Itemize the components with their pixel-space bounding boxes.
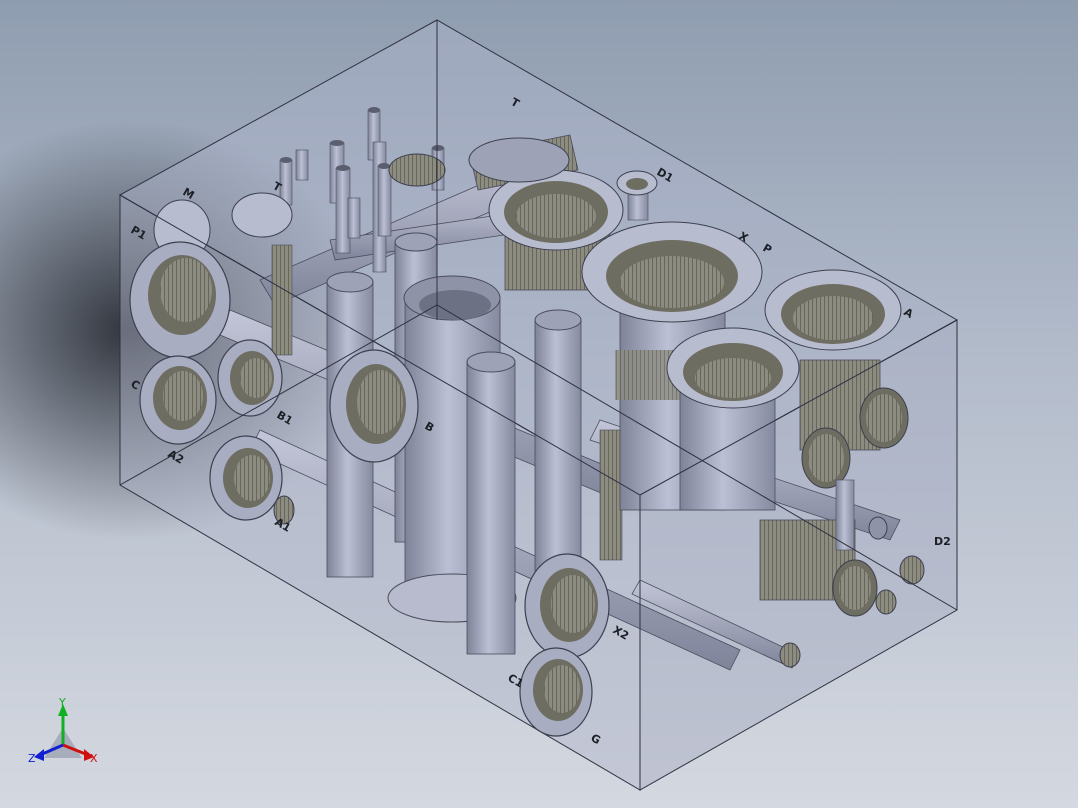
port-label: D2	[934, 535, 951, 548]
graphics-viewport[interactable]: P1 M T T D1 X P A B A2 B1 A1 X2 D2 C C1 …	[0, 0, 1078, 808]
triad-y-label: Y	[58, 696, 66, 709]
triad-z-label: Z	[28, 752, 36, 765]
triad-x-label: X	[90, 752, 98, 765]
reference-triad: Y X Z	[28, 696, 98, 765]
